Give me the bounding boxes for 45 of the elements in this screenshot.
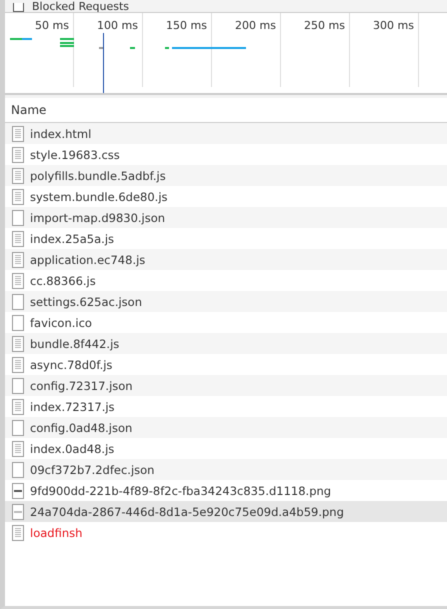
image-file-icon xyxy=(12,504,24,520)
request-row[interactable]: cc.88366.js xyxy=(5,270,447,291)
time-tick-label: 300 ms xyxy=(350,13,419,87)
request-row[interactable]: settings.625ac.json xyxy=(5,291,447,312)
blank-file-icon xyxy=(12,210,24,226)
request-row[interactable]: 9fd900dd-221b-4f89-8f2c-fba34243c835.d1118.png xyxy=(5,480,447,501)
request-row[interactable]: import-map.d9830.json xyxy=(5,207,447,228)
blank-file-icon xyxy=(12,462,24,478)
document-icon xyxy=(12,336,24,352)
document-icon xyxy=(12,524,24,540)
request-row[interactable]: config.72317.json xyxy=(5,375,447,396)
checkbox[interactable] xyxy=(13,3,24,12)
request-row[interactable]: index.0ad48.js xyxy=(5,438,447,459)
document-icon xyxy=(12,126,24,142)
document-icon xyxy=(12,440,24,456)
request-row[interactable]: 24a704da-2867-446d-8d1a-5e920c75e09d.a4b59.png xyxy=(5,501,447,522)
request-row[interactable]: polyfills.bundle.5adbf.js xyxy=(5,165,447,186)
checkbox-label: Blocked Requests xyxy=(32,1,130,12)
request-row[interactable]: index.25a5a.js xyxy=(5,228,447,249)
document-icon xyxy=(12,252,24,268)
document-icon xyxy=(12,230,24,246)
request-row[interactable]: async.78d0f.js xyxy=(5,354,447,375)
request-row[interactable]: index.72317.js xyxy=(5,396,447,417)
request-row[interactable]: favicon.ico xyxy=(5,312,447,333)
document-icon xyxy=(12,188,24,204)
request-row[interactable]: bundle.8f442.js xyxy=(5,333,447,354)
request-row[interactable]: loadfinsh xyxy=(5,522,447,543)
image-file-icon xyxy=(12,482,24,498)
time-tick-label: 250 ms xyxy=(281,13,350,87)
blank-file-icon xyxy=(12,378,24,394)
request-row[interactable]: system.bundle.6de80.js xyxy=(5,186,447,207)
request-row[interactable]: style.19683.css xyxy=(5,144,447,165)
request-row[interactable]: 09cf372b7.2dfec.json xyxy=(5,459,447,480)
document-icon xyxy=(12,168,24,184)
document-icon xyxy=(12,398,24,414)
request-row[interactable]: application.ec748.js xyxy=(5,249,447,270)
blank-file-icon xyxy=(12,420,24,436)
request-row[interactable]: config.0ad48.json xyxy=(5,417,447,438)
request-row[interactable]: index.html xyxy=(5,123,447,144)
blank-file-icon xyxy=(12,294,24,310)
column-header[interactable]: Name xyxy=(11,103,46,117)
document-icon xyxy=(12,272,24,288)
document-icon xyxy=(12,146,24,162)
blank-file-icon xyxy=(12,314,24,330)
document-icon xyxy=(12,356,24,372)
